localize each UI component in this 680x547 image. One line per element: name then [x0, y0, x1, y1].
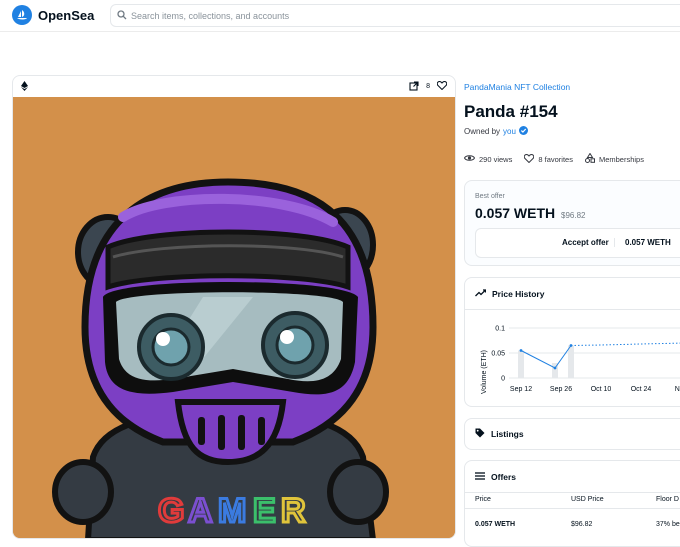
favorites-stat[interactable]: 8 favorites	[524, 153, 573, 165]
col-price: Price	[475, 496, 491, 503]
brand-name: OpenSea	[38, 7, 95, 23]
owned-by-label: Owned by	[464, 127, 501, 136]
owner-link[interactable]: you	[503, 127, 516, 136]
search-icon	[117, 7, 127, 25]
ethereum-icon	[21, 78, 28, 96]
item-stats: 290 views 8 favorites Memberships	[463, 152, 656, 165]
y-tick-label: 0.05	[491, 351, 505, 358]
list-icon	[475, 471, 485, 482]
verified-badge-icon	[518, 126, 528, 137]
heart-icon[interactable]	[436, 80, 448, 92]
x-tick-label: Nov	[675, 386, 680, 393]
svg-text:M: M	[218, 492, 246, 530]
offers-column-headers: Price USD Price Floor D	[465, 493, 680, 509]
opensea-logo-icon	[12, 5, 32, 25]
accept-offer-label[interactable]: Accept offer	[562, 238, 609, 247]
svg-text:A: A	[188, 492, 213, 530]
top-nav: OpenSea	[0, 0, 680, 32]
item-title: Panda #154	[464, 102, 558, 121]
favorites-count: 8 favorites	[538, 154, 573, 164]
owner-line: Owned by you	[464, 126, 528, 137]
listings-panel[interactable]: Listings	[464, 418, 680, 450]
svg-text:G: G	[158, 492, 184, 530]
x-tick-label: Sep 12	[510, 386, 532, 393]
col-floor-difference: Floor D	[656, 496, 679, 503]
price-history-title: Price History	[492, 288, 545, 299]
shapes-icon	[584, 152, 595, 165]
external-link-icon[interactable]	[409, 80, 419, 93]
offers-panel: Offers Price USD Price Floor D 0.057 WET…	[464, 460, 680, 547]
svg-text:E: E	[253, 492, 276, 530]
memberships-label: Memberships	[598, 154, 644, 164]
price-trend-line	[570, 342, 680, 346]
best-offer-label: Best offer	[475, 193, 505, 200]
y-tick-label: 0	[501, 376, 505, 383]
best-offer-amount: 0.057 WETH	[475, 205, 556, 221]
price-point	[519, 349, 523, 352]
offer-usd: $96.82	[571, 521, 593, 528]
accept-offer-button[interactable]: Accept offer 0.057 WETH	[475, 228, 680, 258]
best-offer-value: 0.057 WETH $96.82	[475, 205, 586, 221]
price-point	[553, 366, 557, 370]
svg-text:R: R	[281, 492, 306, 530]
price-history-header[interactable]: Price History	[465, 278, 680, 310]
x-tick-label: Sep 26	[550, 386, 572, 393]
y-tick-label: 0.1	[495, 326, 505, 333]
collection-link[interactable]: PandaMania NFT Collection	[464, 82, 570, 92]
best-offer-usd: $96.82	[561, 211, 586, 220]
memberships-link[interactable]: Memberships	[584, 152, 644, 165]
accept-offer-price: 0.057 WETH	[614, 238, 671, 247]
col-usd-price: USD Price	[571, 496, 604, 503]
nft-media-card: 8 G A M E R	[12, 75, 456, 539]
volume-bar	[518, 350, 524, 378]
tag-icon	[475, 428, 485, 440]
price-history-chart: Volume (ETH) 0.1 0.05 0 Sep 12 Sep 26 Oct 10…	[481, 326, 680, 394]
search-bar[interactable]	[110, 4, 680, 27]
x-tick-label: Oct 10	[591, 386, 612, 393]
offers-header[interactable]: Offers	[465, 461, 680, 493]
volume-bar	[568, 345, 574, 378]
best-offer-panel: Best offer 0.057 WETH $96.82 Accept offe…	[464, 180, 680, 266]
nft-image[interactable]: G A M E R	[13, 97, 455, 538]
opensea-logo[interactable]: OpenSea	[12, 5, 94, 25]
offers-title: Offers	[491, 471, 517, 482]
views-count: 290 views	[479, 154, 513, 164]
price-line	[520, 345, 572, 369]
chart-ylabel: Volume (ETH)	[481, 350, 488, 394]
heart-icon	[524, 153, 535, 165]
listings-header[interactable]: Listings	[465, 419, 680, 449]
x-tick-label: Oct 24	[631, 386, 652, 393]
views-stat: 290 views	[463, 154, 513, 164]
trending-icon	[475, 288, 487, 299]
offer-floor-diff: 37% be	[656, 521, 680, 528]
media-toolbar: 8	[13, 76, 455, 97]
price-history-panel: Price History Volume (ETH) 0.1 0.05 0 Sep …	[464, 277, 680, 407]
eye-icon	[463, 154, 476, 164]
listings-title: Listings	[491, 429, 524, 439]
favorite-count: 8	[426, 83, 430, 90]
offer-price: 0.057 WETH	[475, 521, 516, 528]
search-input[interactable]	[131, 10, 680, 21]
price-point	[569, 344, 573, 347]
